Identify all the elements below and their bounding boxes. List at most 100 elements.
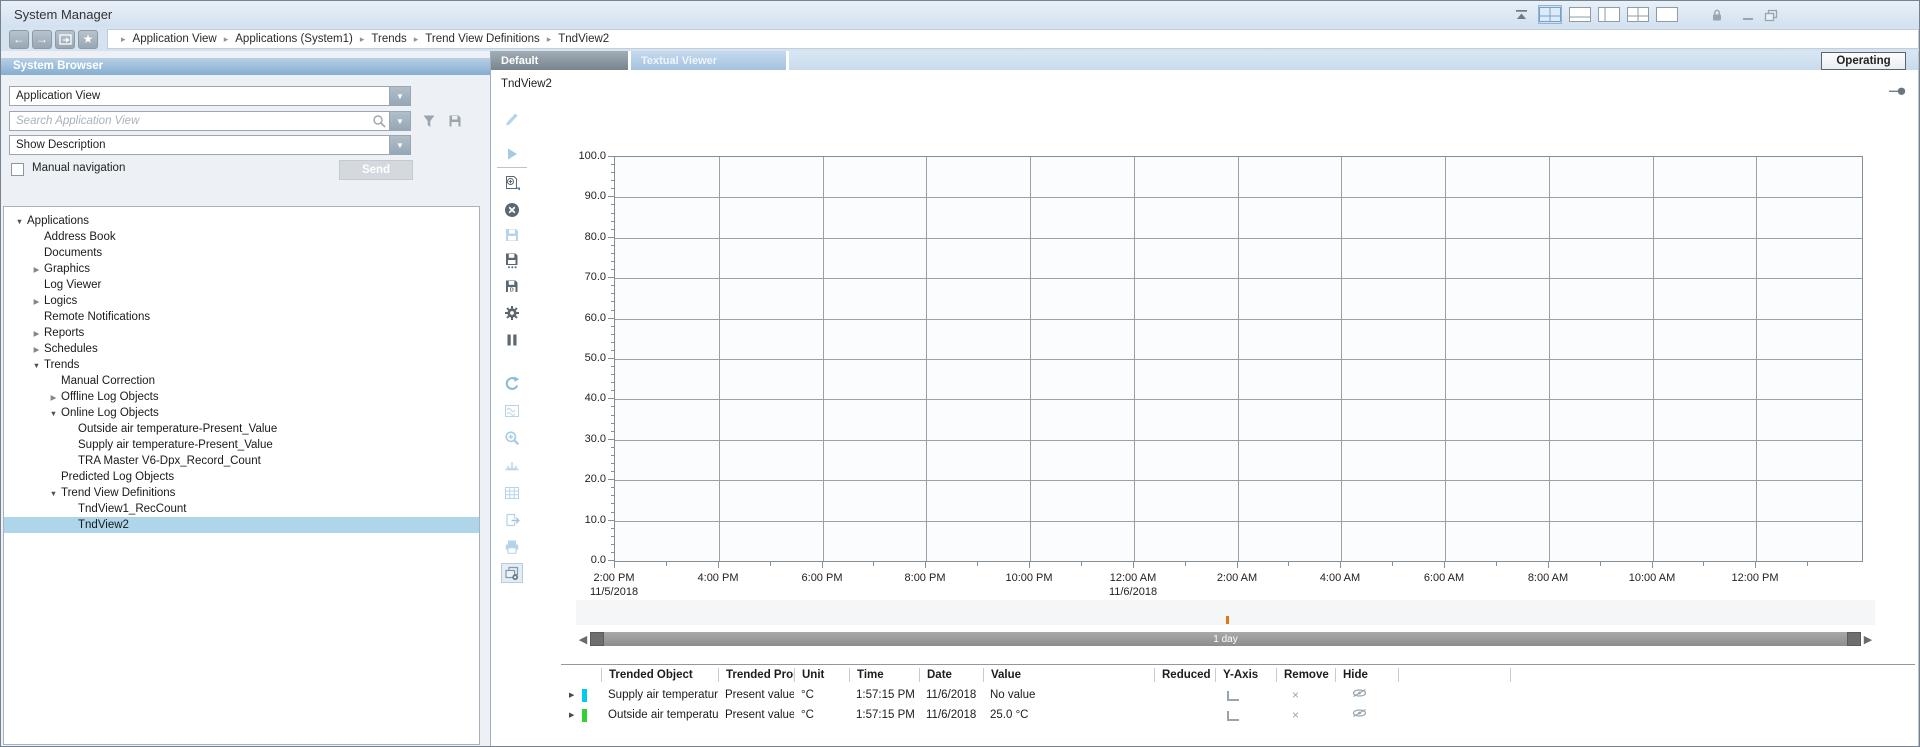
column-header-y-axis[interactable]: Y-Axis [1215,668,1276,682]
trend-chart[interactable] [614,156,1863,562]
tree-item[interactable]: ▼Trend View Definitions [4,485,479,501]
tree-expand-icon[interactable]: ▶ [29,345,44,354]
export-icon[interactable] [501,510,523,530]
tree-collapse-icon[interactable]: ▼ [12,217,27,226]
time-range-strip[interactable] [576,600,1875,625]
recent-button[interactable] [55,30,75,49]
breadcrumb-item[interactable]: Trend View Definitions [425,33,539,45]
table-view-icon[interactable] [501,483,523,503]
scroll-left-icon[interactable]: ◀ [576,633,590,646]
column-header-unit[interactable]: Unit [794,668,849,682]
layout-single-icon[interactable] [1656,5,1678,24]
tree-item[interactable]: TndView1_RecCount [4,501,479,517]
tree-item[interactable]: TndView2 [4,517,479,533]
operating-mode-button[interactable]: Operating [1821,52,1906,70]
tree-item[interactable]: Remote Notifications [4,309,479,325]
tree-item[interactable]: ▶Schedules [4,341,479,357]
column-header-hide[interactable]: Hide [1335,668,1398,682]
tree-item[interactable]: ▶Reports [4,325,479,341]
tree-expand-icon[interactable]: ▶ [46,393,61,402]
chevron-down-icon[interactable]: ▼ [389,136,410,154]
time-scrollbar-track[interactable]: 1 day [590,632,1861,646]
refresh-icon[interactable] [501,374,523,394]
pause-icon[interactable] [501,330,523,350]
tab-default[interactable]: Default [491,51,628,70]
tree-item[interactable]: Address Book [4,229,479,245]
tree-item[interactable]: Predicted Log Objects [4,469,479,485]
send-button[interactable]: Send [339,160,413,180]
table-row[interactable]: ▶Supply air temperaturePresent value°C1:… [561,685,1915,705]
layout-bottom-split-icon[interactable] [1569,5,1591,24]
pin-icon[interactable] [1889,83,1906,101]
tree-item[interactable]: ▶Logics [4,293,479,309]
breadcrumb-item[interactable]: TndView2 [558,33,609,45]
tree-item[interactable]: ▼Applications [4,213,479,229]
layout-quad-selected-icon[interactable] [1538,5,1562,24]
column-header-reduced[interactable]: Reduced [1154,668,1215,682]
chevron-down-icon[interactable]: ▼ [389,112,410,130]
tree-expand-icon[interactable]: ▶ [29,265,44,274]
play-icon[interactable] [501,144,523,164]
display-selector[interactable]: Show Description ▼ [9,135,411,155]
tree-expand-icon[interactable]: ▶ [29,297,44,306]
breadcrumb-item[interactable]: Trends [371,33,406,45]
search-input[interactable] [10,112,372,130]
tree-item[interactable]: Supply air temperature-Present_Value [4,437,479,453]
y-axis-icon[interactable] [1227,711,1239,721]
tree-item[interactable]: ▶Graphics [4,261,479,277]
axis-scale-icon[interactable] [501,455,523,475]
save-as-icon[interactable] [501,250,523,270]
column-header-remove[interactable]: Remove [1276,668,1335,682]
save-icon[interactable] [501,225,523,245]
tree-item[interactable]: ▼Trends [4,357,479,373]
add-log-icon[interactable] [501,173,523,193]
tree-item[interactable]: TRA Master V6-Dpx_Record_Count [4,453,479,469]
cancel-icon[interactable] [501,200,523,220]
tree-collapse-icon[interactable]: ▼ [29,361,44,370]
row-expander[interactable]: ▶ [561,705,601,725]
expand-icon[interactable]: ▶ [569,691,574,699]
table-row[interactable]: ▶Outside air temperaturePresent value°C1… [561,705,1915,725]
tree-collapse-icon[interactable]: ▼ [46,489,61,498]
tree-collapse-icon[interactable]: ▼ [46,409,61,418]
manual-navigation-checkbox[interactable] [11,163,24,176]
layout-left-split-icon[interactable] [1598,5,1620,24]
hide-eye-icon[interactable] [1351,690,1368,702]
layout-quad-icon[interactable] [1627,5,1649,24]
print-icon[interactable] [501,537,523,557]
collapse-top-icon[interactable] [1513,5,1531,24]
minimize-icon[interactable] [1740,5,1756,24]
copy-settings-icon[interactable] [501,563,523,583]
save-icon[interactable] [447,113,463,134]
trend-chart-icon[interactable] [501,401,523,421]
tree-item[interactable]: Log Viewer [4,277,479,293]
row-expander[interactable]: ▶ [561,685,601,705]
back-button[interactable]: ← [9,30,29,49]
column-header-trended-property[interactable]: Trended Property [718,668,794,682]
remove-icon[interactable]: × [1292,708,1299,722]
tree-item[interactable]: Outside air temperature-Present_Value [4,421,479,437]
hide-cell[interactable] [1335,688,1398,702]
save-as-default-icon[interactable]: D [501,277,523,297]
remove-icon[interactable]: × [1292,688,1299,702]
tab-textual-viewer[interactable]: Textual Viewer [631,51,786,70]
pen-icon[interactable] [501,109,523,129]
column-header-value[interactable]: Value [983,668,1154,682]
scroll-right-icon[interactable]: ▶ [1861,633,1875,646]
y-axis-cell[interactable] [1215,707,1276,724]
column-header-time[interactable]: Time [849,668,919,682]
expand-icon[interactable]: ▶ [569,711,574,719]
filter-icon[interactable] [421,113,437,134]
column-header-date[interactable]: Date [919,668,983,682]
tree-item[interactable]: ▶Offline Log Objects [4,389,479,405]
column-header-trended-object[interactable]: Trended Object [601,668,718,682]
hide-eye-icon[interactable] [1351,710,1368,722]
tree-item[interactable]: Documents [4,245,479,261]
y-axis-cell[interactable] [1215,687,1276,704]
forward-button[interactable]: → [32,30,52,49]
tree-item[interactable]: ▼Online Log Objects [4,405,479,421]
lock-icon[interactable] [1708,5,1726,24]
favorites-button[interactable]: ★ [78,30,98,49]
remove-cell[interactable]: × [1276,688,1335,702]
tree-expand-icon[interactable]: ▶ [29,329,44,338]
